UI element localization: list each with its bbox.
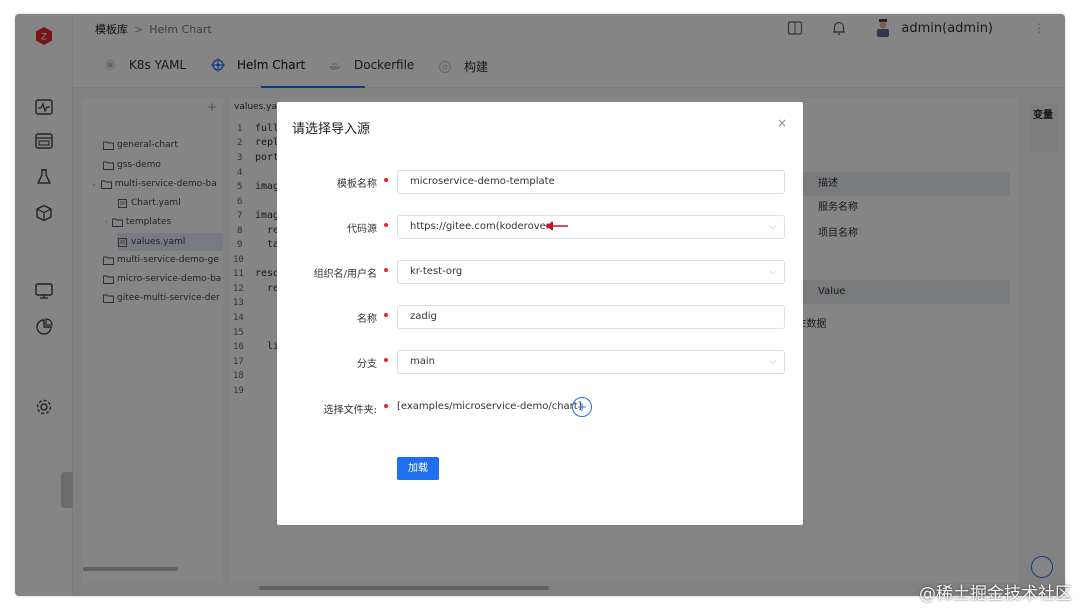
select-value: https://gitee.com(koderover) — [410, 221, 554, 232]
required-indicator — [384, 268, 388, 272]
select-value: kr-test-org — [410, 266, 463, 277]
field-label: 分支 — [357, 359, 377, 370]
import-source-dialog: 请选择导入源 × 模板名称 microservice-demo-template… — [277, 102, 803, 525]
select-value: main — [410, 356, 435, 367]
close-icon[interactable]: × — [777, 116, 787, 130]
form-row-template-name: 模板名称 microservice-demo-template — [277, 170, 803, 194]
selected-folder-path: [examples/microservice-demo/chart] — [397, 401, 582, 412]
field-label: 选择文件夹: — [323, 405, 377, 416]
branch-select[interactable]: main ⌵ — [397, 350, 785, 374]
chevron-down-icon: ⌵ — [769, 357, 776, 367]
form-row-repo-name: 名称 zadig — [277, 305, 803, 329]
required-indicator — [384, 178, 388, 182]
code-source-select[interactable]: https://gitee.com(koderover) ⌵ — [397, 215, 785, 239]
field-label: 名称 — [357, 314, 377, 325]
repo-name-input[interactable]: zadig — [397, 305, 785, 329]
field-label: 代码源 — [347, 224, 377, 235]
template-name-input[interactable]: microservice-demo-template — [397, 170, 785, 194]
form-row-code-source: 代码源 https://gitee.com(koderover) ⌵ — [277, 215, 803, 239]
form-row-folder: 选择文件夹: [examples/microservice-demo/chart… — [277, 396, 803, 420]
org-username-select[interactable]: kr-test-org ⌵ — [397, 260, 785, 284]
annotation-arrow-icon — [545, 221, 568, 231]
form-row-branch: 分支 main ⌵ — [277, 350, 803, 374]
required-indicator — [384, 223, 388, 227]
chevron-down-icon: ⌵ — [769, 222, 776, 232]
watermark-text: @稀土掘金技术社区 — [919, 584, 1072, 604]
required-indicator — [384, 358, 388, 362]
app-window: Z 模板库 > Helm Chart admin(admin) ⋮ K8s YA… — [15, 14, 1065, 596]
field-label: 模板名称 — [337, 179, 377, 190]
dialog-title: 请选择导入源 — [292, 122, 371, 137]
required-indicator — [384, 404, 388, 408]
add-folder-button[interactable]: + — [572, 397, 592, 417]
required-indicator — [384, 313, 388, 317]
load-button[interactable]: 加载 — [397, 457, 439, 480]
field-label: 组织名/用户名 — [313, 269, 377, 280]
form-row-org-name: 组织名/用户名 kr-test-org ⌵ — [277, 260, 803, 284]
chevron-down-icon: ⌵ — [769, 267, 776, 277]
